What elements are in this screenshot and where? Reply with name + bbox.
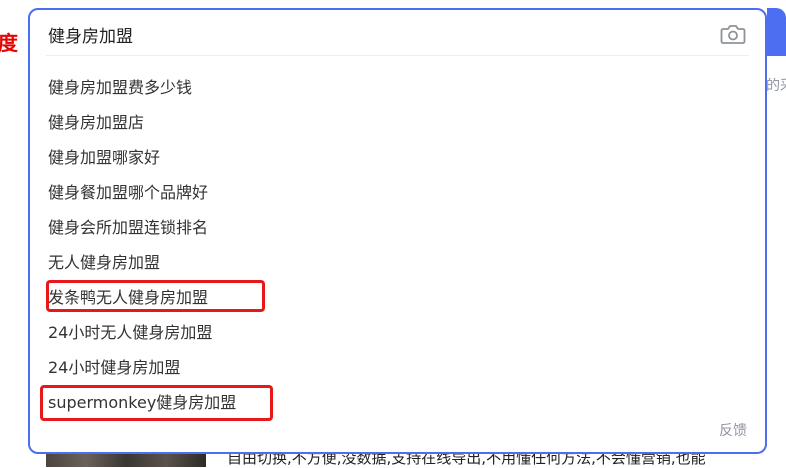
search-input[interactable]: 健身房加盟	[48, 22, 133, 47]
suggestion-item[interactable]: 健身房加盟店	[30, 105, 765, 140]
search-button[interactable]	[767, 8, 786, 56]
suggestion-item[interactable]: 24小时无人健身房加盟	[30, 315, 765, 350]
logo-fragment: 度	[0, 31, 18, 55]
divider	[46, 55, 749, 56]
suggestion-item[interactable]: 健身房加盟费多少钱	[30, 70, 765, 105]
suggestion-item[interactable]: 健身餐加盟哪个品牌好	[30, 175, 765, 210]
suggestion-item[interactable]: 健身加盟哪家好	[30, 140, 765, 175]
suggestion-item[interactable]: supermonkey健身房加盟	[30, 385, 765, 420]
suggestion-item[interactable]: 24小时健身房加盟	[30, 350, 765, 385]
search-suggestion-panel: 健身房加盟 健身房加盟费多少钱 健身房加盟店 健身加盟哪家好 健身餐加盟哪个品牌…	[28, 8, 767, 454]
suggestion-item[interactable]: 发条鸭无人健身房加盟	[30, 280, 765, 315]
camera-icon[interactable]	[720, 23, 746, 45]
feedback-link[interactable]: 反馈	[719, 420, 747, 440]
background-text-fragment: 的采	[766, 78, 786, 94]
suggestion-item[interactable]: 健身会所加盟连锁排名	[30, 210, 765, 245]
suggestion-item[interactable]: 无人健身房加盟	[30, 245, 765, 280]
suggestion-list: 健身房加盟费多少钱 健身房加盟店 健身加盟哪家好 健身餐加盟哪个品牌好 健身会所…	[30, 70, 765, 420]
